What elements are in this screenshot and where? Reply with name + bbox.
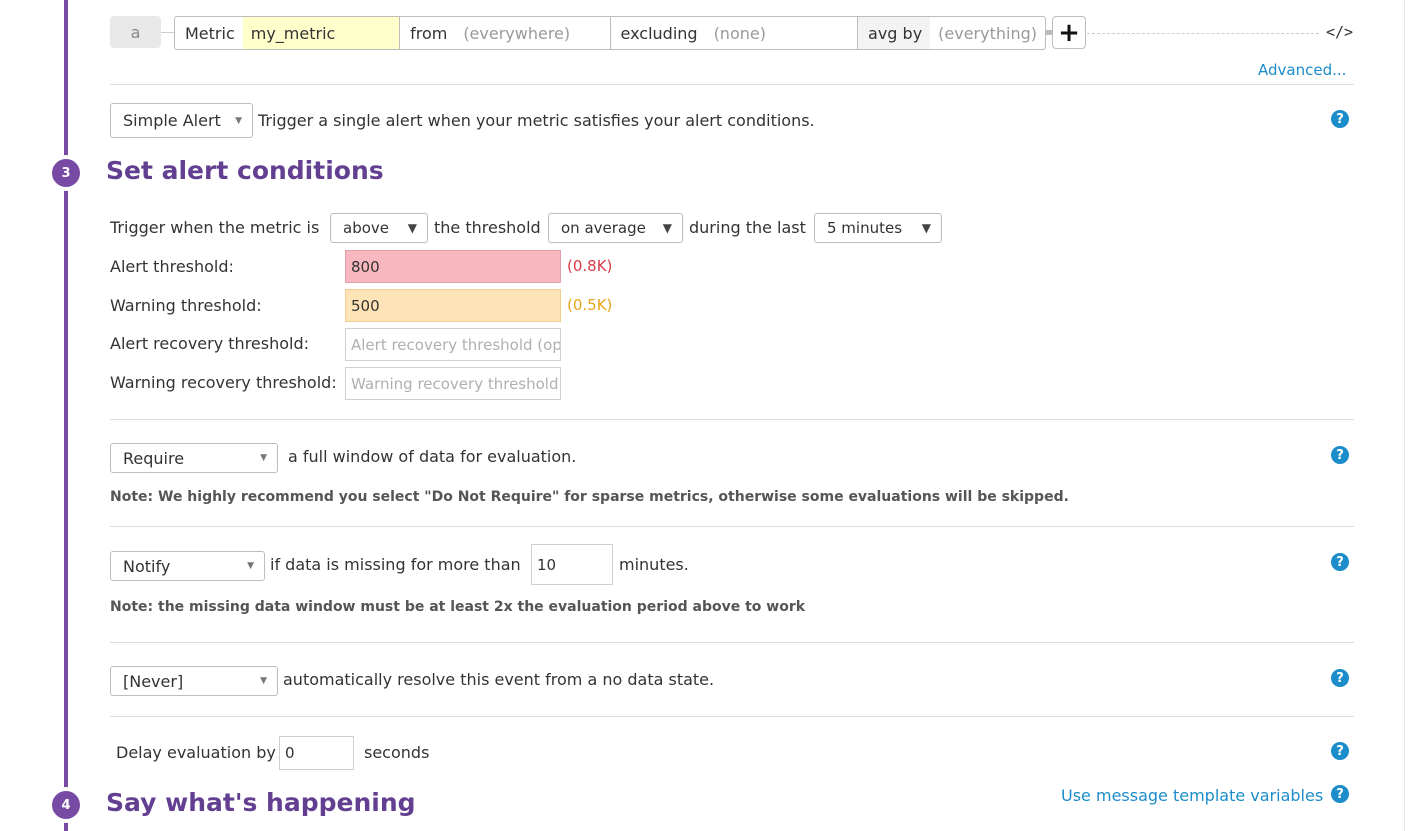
chevron-down-icon: ▼: [235, 115, 242, 126]
section-title-say-whats-happening: Say what's happening: [106, 788, 416, 817]
alert-type-select[interactable]: Simple Alert ▼: [110, 103, 253, 138]
chevron-down-icon: ▼: [921, 221, 931, 235]
plus-icon: +: [1058, 17, 1080, 48]
missing-data-value: Notify: [123, 556, 171, 576]
delay-prefix: Delay evaluation by: [116, 743, 276, 762]
advanced-link[interactable]: Advanced...: [1258, 61, 1346, 79]
delay-suffix: seconds: [364, 743, 430, 762]
warning-threshold-label: Warning threshold:: [110, 296, 262, 315]
metric-label: Metric: [185, 23, 235, 43]
query-editor[interactable]: Metric my_metric from (everywhere) exclu…: [174, 16, 1046, 50]
help-icon[interactable]: ?: [1331, 669, 1349, 687]
delay-seconds-input[interactable]: 0: [279, 736, 354, 770]
comparator-select[interactable]: above ▼: [330, 213, 428, 243]
chevron-down-icon: ▼: [407, 221, 417, 235]
warning-recovery-label: Warning recovery threshold:: [110, 373, 337, 392]
trigger-middle: the threshold: [434, 218, 541, 237]
from-label: from: [410, 23, 448, 43]
step-3-badge: 3: [48, 155, 84, 191]
full-window-select[interactable]: Require ▼: [110, 443, 278, 473]
code-icon[interactable]: </>: [1326, 23, 1353, 41]
auto-resolve-text: automatically resolve this event from a …: [283, 670, 715, 689]
missing-data-text: if data is missing for more than: [270, 555, 521, 574]
warning-threshold-input[interactable]: 500: [345, 289, 561, 322]
missing-data-select[interactable]: Notify ▼: [110, 551, 265, 581]
timeline-rail: [64, 0, 68, 831]
help-icon[interactable]: ?: [1331, 110, 1349, 128]
auto-resolve-select[interactable]: [Never] ▼: [110, 666, 278, 696]
warning-threshold-hint: (0.5K): [567, 296, 613, 314]
divider: [110, 526, 1354, 527]
alert-recovery-label: Alert recovery threshold:: [110, 334, 310, 353]
help-icon[interactable]: ?: [1331, 553, 1349, 571]
frame-border: [1404, 0, 1405, 831]
missing-data-note: Note: the missing data window must be at…: [110, 599, 806, 615]
avgby-segment[interactable]: avg by (everything): [857, 17, 1045, 49]
full-window-text: a full window of data for evaluation.: [288, 447, 577, 466]
missing-data-suffix: minutes.: [619, 555, 689, 574]
auto-resolve-value: [Never]: [123, 671, 184, 691]
step-4-badge: 4: [48, 787, 84, 823]
trigger-suffix: during the last: [689, 218, 806, 237]
divider: [110, 419, 1354, 420]
aggregation-value: on average: [561, 219, 646, 237]
query-connector: [161, 32, 175, 33]
alert-type-description: Trigger a single alert when your metric …: [258, 111, 815, 130]
metric-segment[interactable]: Metric my_metric: [175, 17, 400, 49]
avgby-input[interactable]: (everything): [930, 24, 1045, 43]
window-select[interactable]: 5 minutes ▼: [814, 213, 942, 243]
divider: [110, 84, 1354, 85]
avgby-label: avg by: [858, 17, 931, 49]
trigger-prefix: Trigger when the metric is: [110, 218, 320, 237]
chevron-down-icon: ▼: [260, 453, 267, 463]
divider: [110, 716, 1354, 717]
window-value: 5 minutes: [827, 219, 903, 237]
chevron-down-icon: ▼: [260, 676, 267, 686]
divider: [110, 642, 1354, 643]
help-icon[interactable]: ?: [1331, 785, 1349, 803]
alert-threshold-input[interactable]: 800: [345, 250, 561, 283]
chevron-down-icon: ▼: [662, 221, 672, 235]
from-input[interactable]: (everywhere): [455, 24, 578, 43]
query-letter[interactable]: a: [110, 16, 161, 48]
help-icon[interactable]: ?: [1331, 742, 1349, 760]
alert-threshold-label: Alert threshold:: [110, 257, 234, 276]
alert-threshold-hint: (0.8K): [567, 257, 613, 275]
add-function-button[interactable]: +: [1052, 16, 1086, 49]
metric-input[interactable]: my_metric: [242, 17, 400, 49]
alert-type-value: Simple Alert: [123, 111, 221, 130]
template-variables-link[interactable]: Use message template variables: [1061, 786, 1323, 805]
excluding-segment[interactable]: excluding (none): [609, 17, 857, 49]
missing-minutes-input[interactable]: 10: [531, 544, 613, 585]
from-segment[interactable]: from (everywhere): [399, 17, 609, 49]
dashed-connector: [1087, 33, 1319, 34]
chevron-down-icon: ▼: [247, 561, 254, 571]
excluding-label: excluding: [620, 23, 698, 43]
alert-recovery-input[interactable]: Alert recovery threshold (op: [345, 328, 561, 361]
excluding-input[interactable]: (none): [706, 24, 774, 43]
help-icon[interactable]: ?: [1331, 446, 1349, 464]
aggregation-select[interactable]: on average ▼: [548, 213, 683, 243]
warning-recovery-input[interactable]: Warning recovery threshold: [345, 367, 561, 400]
full-window-note: Note: We highly recommend you select "Do…: [110, 489, 1069, 505]
comparator-value: above: [343, 219, 389, 237]
section-title-alert-conditions: Set alert conditions: [106, 156, 384, 185]
full-window-value: Require: [123, 448, 185, 468]
